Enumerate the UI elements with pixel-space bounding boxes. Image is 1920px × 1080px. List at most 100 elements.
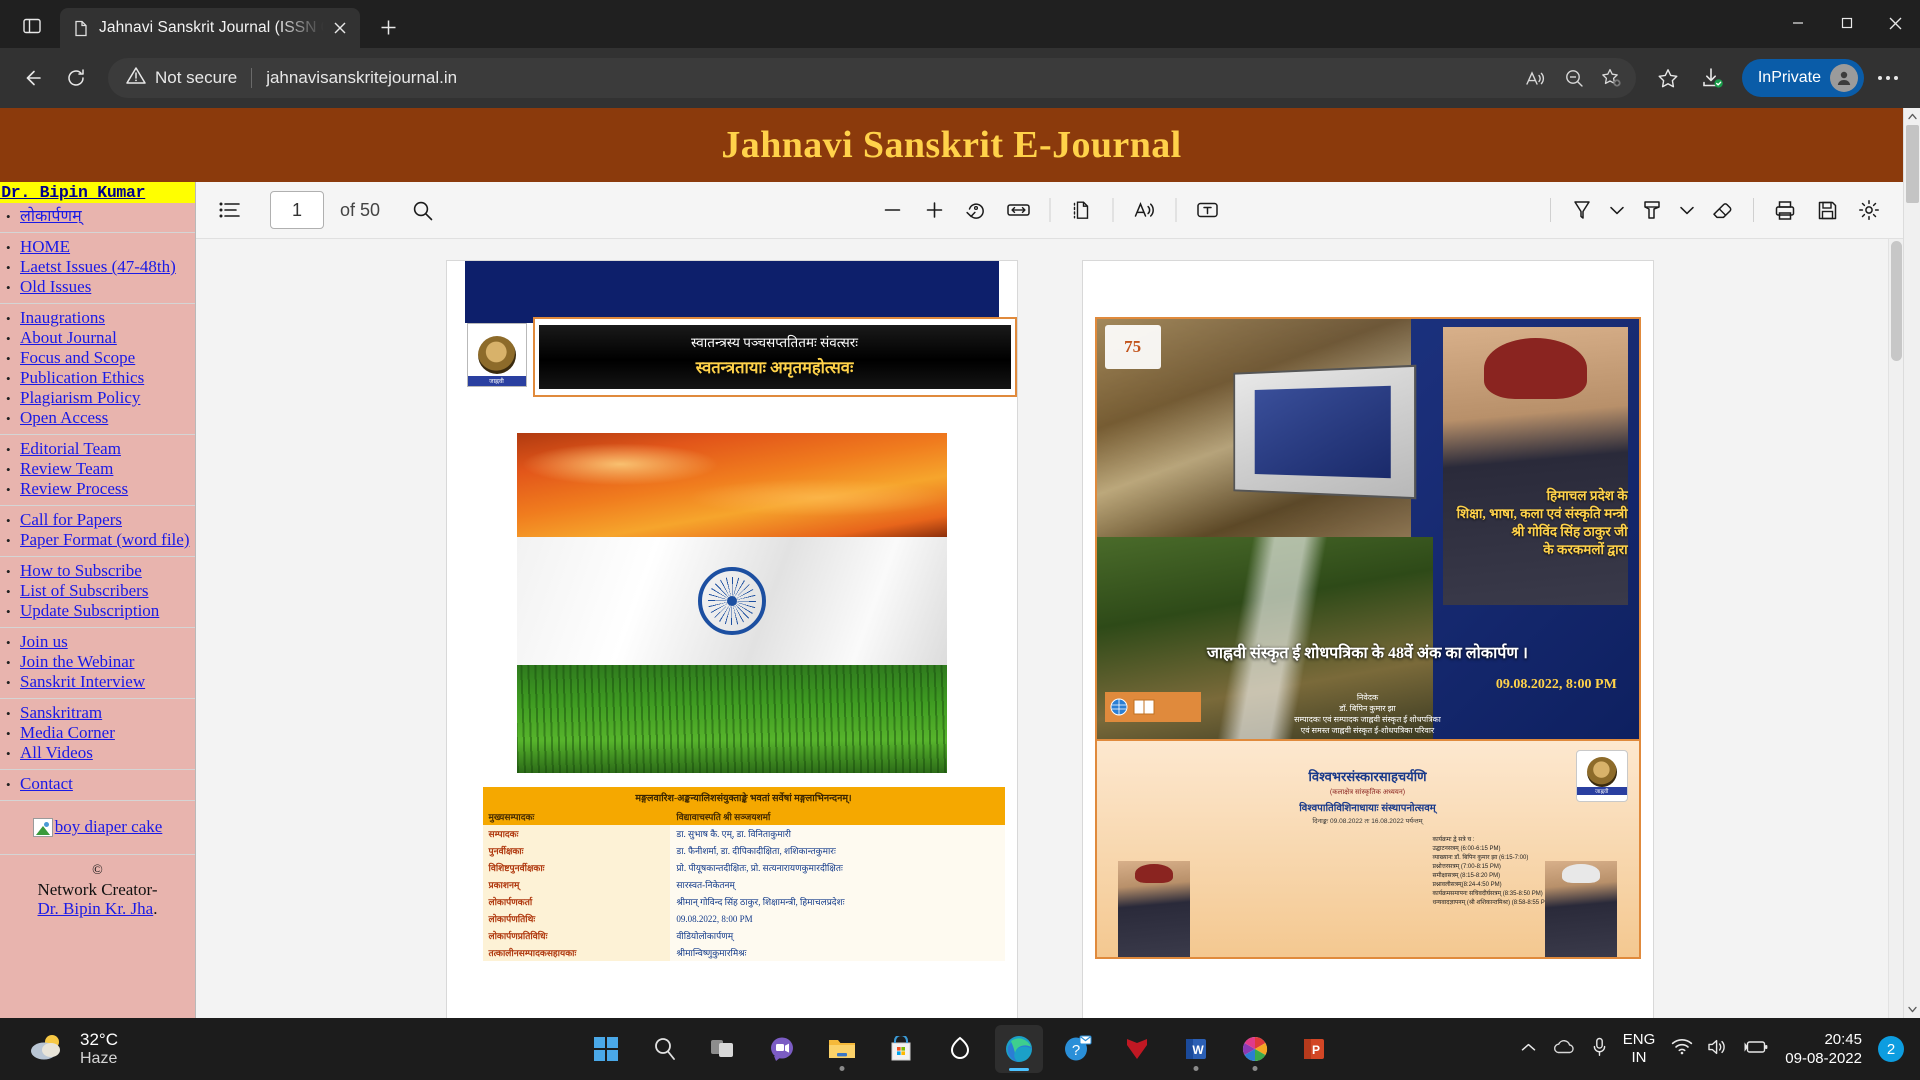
show-hidden-icons-chevron[interactable] (1521, 1040, 1536, 1058)
sidebar-item-plagiarism-policy[interactable]: Plagiarism Policy (20, 388, 140, 407)
volume-icon[interactable] (1707, 1038, 1729, 1061)
onedrive-cloud-icon[interactable] (1552, 1039, 1576, 1060)
pdf-canvas[interactable]: जाह्नवी स्वातन्त्रस्य पञ्चसप्ततितमः संवत… (196, 239, 1903, 1018)
zoom-out-icon[interactable] (872, 190, 912, 230)
get-help-icon[interactable]: ? (1054, 1025, 1102, 1073)
table-of-contents-icon[interactable] (210, 190, 250, 230)
close-icon[interactable] (1871, 0, 1920, 46)
credit-author-link[interactable]: Dr. Bipin Kr. Jha (38, 899, 154, 918)
save-icon[interactable] (1807, 190, 1847, 230)
mcafee-icon[interactable] (1113, 1025, 1161, 1073)
sidebar-item-about-journal[interactable]: About Journal (20, 328, 117, 347)
sidebar-toggle-icon[interactable] (10, 6, 54, 46)
poster-hindi-line: श्री गोविंद सिंह ठाकुर जी (1313, 523, 1627, 541)
fit-to-width-icon[interactable] (998, 190, 1038, 230)
sidebar-item-contact[interactable]: Contact (20, 774, 73, 793)
browser-tab[interactable]: Jahnavi Sanskrit Journal (ISSN 09 (60, 8, 360, 48)
reload-icon[interactable] (56, 58, 96, 98)
sidebar-item-inaugrations[interactable]: Inaugrations (20, 308, 105, 327)
sidebar-item-join-the-webinar[interactable]: Join the Webinar (20, 652, 134, 671)
page-view-icon[interactable] (1061, 190, 1101, 230)
read-aloud-icon[interactable] (1518, 60, 1554, 96)
security-status[interactable]: Not secure (126, 66, 237, 90)
sidebar-item-call-for-papers[interactable]: Call for Papers (20, 510, 122, 529)
read-aloud-icon[interactable] (1124, 190, 1164, 230)
microsoft-store-icon[interactable] (877, 1025, 925, 1073)
highlighter-icon[interactable] (1632, 190, 1672, 230)
sidebar-item-paper-format-word-file[interactable]: Paper Format (word file) (20, 530, 189, 549)
page-scrollbar[interactable] (1903, 108, 1920, 1018)
sidebar-item-review-process[interactable]: Review Process (20, 479, 128, 498)
table-cell-label: मुख्यसम्पादकः (483, 808, 671, 825)
sidebar-item-sanskritram[interactable]: Sanskritram (20, 703, 102, 722)
new-tab-icon[interactable] (370, 9, 406, 45)
file-explorer-icon[interactable] (818, 1025, 866, 1073)
sidebar-item-join-us[interactable]: Join us (20, 632, 68, 651)
microsoft-edge-icon[interactable] (995, 1025, 1043, 1073)
photos-app-icon[interactable] (936, 1025, 984, 1073)
bullet-icon: • (6, 653, 20, 672)
zoom-in-icon[interactable] (914, 190, 954, 230)
sidebar-item-home[interactable]: HOME (20, 237, 70, 256)
sidebar-item-update-subscription[interactable]: Update Subscription (20, 601, 159, 620)
start-button-icon[interactable] (582, 1025, 630, 1073)
add-favorite-icon[interactable] (1594, 60, 1630, 96)
pinwheel-app-icon[interactable] (1231, 1025, 1279, 1073)
more-options-icon[interactable] (1868, 58, 1908, 98)
microsoft-powerpoint-icon[interactable]: P (1290, 1025, 1338, 1073)
minimize-icon[interactable] (1773, 0, 1822, 46)
sidebar-item-focus-and-scope[interactable]: Focus and Scope (20, 348, 135, 367)
scroll-up-arrow-icon[interactable] (1904, 108, 1920, 125)
sidebar-nav-group: •Editorial Team•Review Team•Review Proce… (0, 435, 195, 506)
notification-badge[interactable]: 2 (1878, 1036, 1904, 1062)
page-number-input[interactable] (270, 191, 324, 229)
rotate-icon[interactable] (956, 190, 996, 230)
zoom-out-icon[interactable] (1556, 60, 1592, 96)
address-bar[interactable]: Not secure jahnavisanskritejournal.in (108, 58, 1636, 98)
close-icon[interactable] (326, 14, 354, 42)
sidebar-item-sanskrit-interview[interactable]: Sanskrit Interview (20, 672, 145, 691)
sidebar-item-how-to-subscribe[interactable]: How to Subscribe (20, 561, 142, 580)
sidebar-item-open-access[interactable]: Open Access (20, 408, 108, 427)
pdf-scrollbar-thumb[interactable] (1891, 241, 1902, 361)
sidebar-item-publication-ethics[interactable]: Publication Ethics (20, 368, 144, 387)
bullet-icon: • (6, 744, 20, 763)
settings-gear-icon[interactable] (1849, 190, 1889, 230)
sidebar-item-media-corner[interactable]: Media Corner (20, 723, 115, 742)
eraser-icon[interactable] (1702, 190, 1742, 230)
chat-teams-icon[interactable] (759, 1025, 807, 1073)
profile-avatar-icon[interactable] (1830, 64, 1858, 92)
weather-widget[interactable]: 32°C Haze (0, 1030, 118, 1068)
maximize-icon[interactable] (1822, 0, 1871, 46)
task-view-icon[interactable] (700, 1025, 748, 1073)
sidebar-item-list-of-subscribers[interactable]: List of Subscribers (20, 581, 148, 600)
language-indicator[interactable]: ENG IN (1623, 1031, 1656, 1067)
sidebar-item-laetst-issues-47-48th[interactable]: Laetst Issues (47-48th) (20, 257, 176, 276)
sidebar-item-editorial-team[interactable]: Editorial Team (20, 439, 121, 458)
pdf-scrollbar[interactable] (1888, 239, 1903, 1018)
sidebar-item-[interactable]: लोकार्पणम् (20, 207, 82, 226)
downloads-icon[interactable] (1692, 58, 1732, 98)
favorites-icon[interactable] (1648, 58, 1688, 98)
microphone-icon[interactable] (1592, 1037, 1607, 1062)
sidebar-item-review-team[interactable]: Review Team (20, 459, 113, 478)
sidebar-item-all-videos[interactable]: All Videos (20, 743, 93, 762)
battery-charging-icon[interactable] (1743, 1039, 1769, 1060)
search-icon[interactable] (641, 1025, 689, 1073)
broken-image-link[interactable]: boy diaper cake (33, 817, 163, 837)
sidebar-item-old-issues[interactable]: Old Issues (20, 277, 91, 296)
network-wifi-icon[interactable] (1671, 1038, 1693, 1060)
clock[interactable]: 20:45 09-08-2022 (1785, 1030, 1862, 1068)
chevron-down-icon[interactable] (1674, 190, 1700, 230)
back-arrow-icon[interactable] (12, 58, 52, 98)
text-select-icon[interactable] (1187, 190, 1227, 230)
chevron-down-icon[interactable] (1604, 190, 1630, 230)
microsoft-word-icon[interactable]: W (1172, 1025, 1220, 1073)
search-icon[interactable] (402, 190, 442, 230)
scroll-down-arrow-icon[interactable] (1904, 1001, 1920, 1018)
draw-pen-icon[interactable] (1562, 190, 1602, 230)
print-icon[interactable] (1765, 190, 1805, 230)
scrollbar-thumb[interactable] (1906, 125, 1919, 203)
scrollbar-track[interactable] (1904, 125, 1920, 1001)
inprivate-badge[interactable]: InPrivate (1742, 59, 1864, 97)
